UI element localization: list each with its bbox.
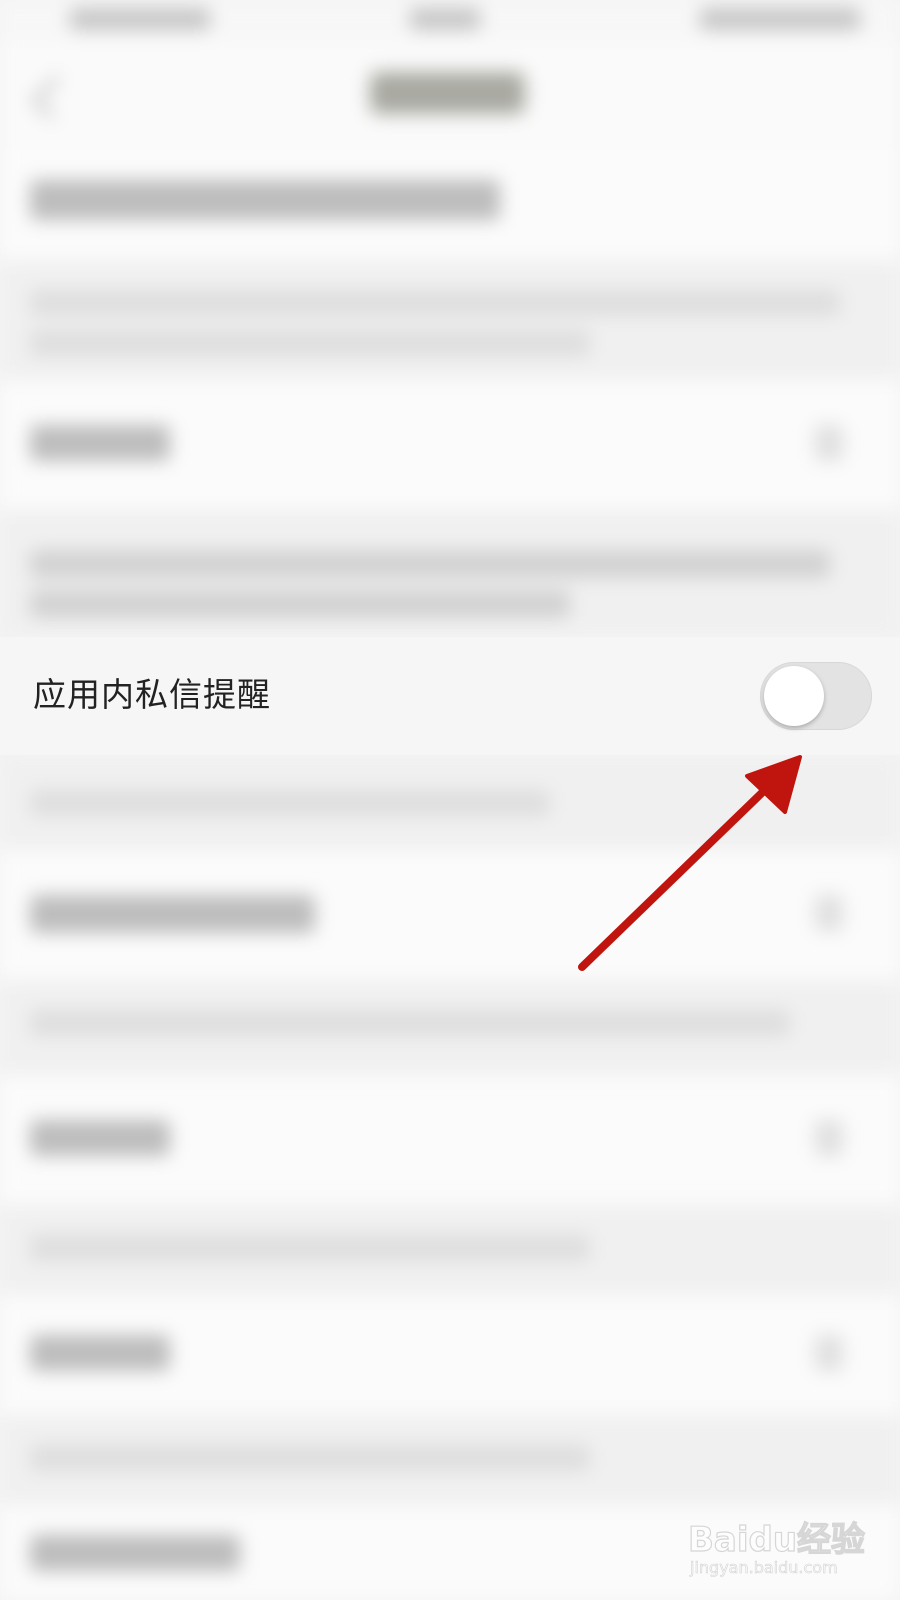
blurred-description <box>0 755 900 850</box>
blurred-description <box>0 510 900 637</box>
blurred-description <box>0 1415 900 1505</box>
setting-row-in-app-message-reminder[interactable]: 应用内私信提醒 <box>0 637 900 755</box>
blurred-setting-row <box>0 380 900 510</box>
blurred-background-ui <box>0 0 900 1600</box>
blurred-setting-row <box>0 850 900 980</box>
baidu-jingyan-watermark: Baidu经验 jingyan.baidu.com <box>687 1500 888 1590</box>
in-app-message-reminder-toggle[interactable] <box>760 662 872 730</box>
nav-bar <box>0 40 900 150</box>
back-icon[interactable] <box>31 75 76 120</box>
status-bar <box>0 0 900 40</box>
watermark-url: jingyan.baidu.com <box>690 1558 838 1578</box>
toggle-knob <box>764 666 824 726</box>
watermark-logo-text: Baidu经验 <box>687 1519 866 1560</box>
blurred-description <box>0 980 900 1075</box>
settings-page: 应用内私信提醒 Baidu经验 jingyan.baidu.com <box>0 0 900 1600</box>
blurred-setting-row <box>0 1075 900 1205</box>
blurred-description <box>0 260 900 380</box>
blurred-setting-row <box>0 1295 900 1415</box>
page-title <box>370 72 525 114</box>
blurred-header-row <box>0 150 900 260</box>
blurred-description <box>0 1205 900 1295</box>
setting-label: 应用内私信提醒 <box>33 675 271 714</box>
